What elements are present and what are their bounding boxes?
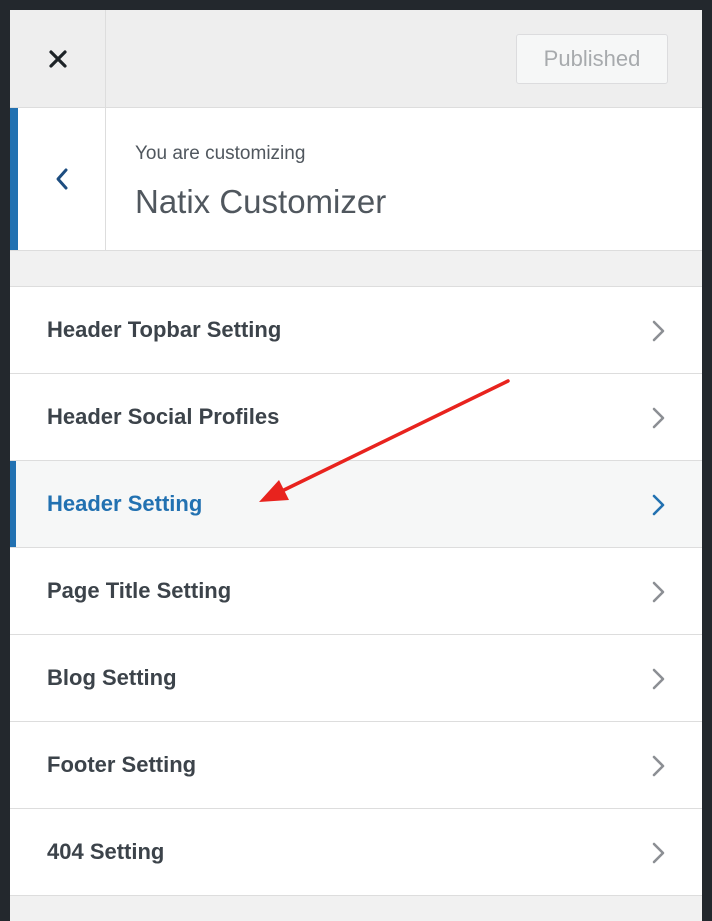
customizing-subtitle: You are customizing bbox=[135, 143, 306, 164]
section-item[interactable]: Header Topbar Setting bbox=[10, 287, 702, 374]
section-item-label: Header Topbar Setting bbox=[47, 317, 282, 342]
window-frame: Published You are customizing Natix Cust… bbox=[0, 0, 712, 921]
chevron-right-icon bbox=[652, 407, 665, 429]
section-item-label: Header Setting bbox=[47, 491, 203, 516]
section-item[interactable]: Header Social Profiles bbox=[10, 374, 702, 461]
section-item-label: Header Social Profiles bbox=[47, 404, 280, 429]
back-button[interactable] bbox=[10, 108, 106, 250]
section-item-label: Blog Setting bbox=[47, 665, 177, 690]
chevron-right-icon bbox=[652, 320, 665, 342]
chevron-right-icon bbox=[652, 755, 665, 777]
section-item-label: Footer Setting bbox=[47, 752, 197, 777]
close-icon bbox=[48, 49, 67, 68]
section-item[interactable]: Blog Setting bbox=[10, 635, 702, 722]
chevron-right-icon bbox=[652, 581, 665, 603]
customizer-panel: Published You are customizing Natix Cust… bbox=[10, 10, 702, 921]
section-item[interactable]: Header Setting bbox=[10, 461, 702, 548]
close-button[interactable] bbox=[10, 10, 106, 107]
chevron-right-icon bbox=[652, 494, 665, 516]
section-list: Header Topbar Setting Header Social Profi… bbox=[10, 286, 702, 896]
customize-info: You are customizing Natix Customizer bbox=[10, 108, 702, 251]
section-item[interactable]: 404 Setting bbox=[10, 809, 702, 896]
customize-info-text: You are customizing Natix Customizer bbox=[135, 142, 386, 222]
chevron-right-icon bbox=[652, 842, 665, 864]
section-item-label: 404 Setting bbox=[47, 839, 165, 864]
theme-title: Natix Customizer bbox=[135, 183, 387, 220]
section-item[interactable]: Page Title Setting bbox=[10, 548, 702, 635]
published-button[interactable]: Published bbox=[516, 34, 668, 84]
customizer-header-actions: Published bbox=[10, 10, 702, 108]
chevron-left-icon bbox=[56, 168, 67, 190]
chevron-right-icon bbox=[652, 668, 665, 690]
section-item[interactable]: Footer Setting bbox=[10, 722, 702, 809]
section-item-label: Page Title Setting bbox=[47, 578, 232, 603]
